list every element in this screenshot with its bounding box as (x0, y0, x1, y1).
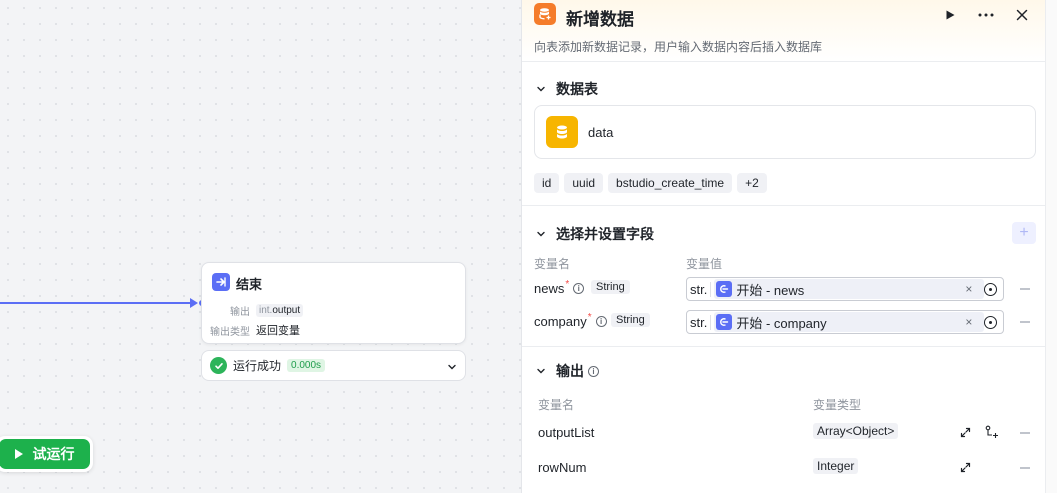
panel-title: 新增数据 (566, 10, 634, 29)
panel-scrollbar[interactable] (1045, 0, 1057, 493)
play-icon[interactable] (940, 5, 960, 25)
output-label: 输出 (230, 307, 250, 318)
output-type-value: 返回变量 (256, 325, 300, 337)
database-icon (534, 3, 556, 25)
info-icon[interactable]: i (595, 316, 607, 327)
check-icon (210, 357, 227, 374)
chevron-down-icon (536, 226, 546, 242)
table-field-tags: id uuid bstudio_create_time +2 (534, 173, 772, 193)
output-name: rowNum (538, 460, 587, 475)
field-name: company (534, 314, 587, 329)
field-tag: id (534, 173, 560, 193)
chevron-down-icon (536, 81, 546, 97)
add-field-button[interactable]: + (1012, 222, 1036, 244)
table-name: data (588, 124, 614, 140)
output-section-header[interactable]: 输出 i (536, 361, 599, 381)
table-section-header[interactable]: 数据表 (536, 79, 598, 99)
clear-icon[interactable]: × (965, 282, 972, 296)
chevron-down-icon (536, 363, 546, 379)
try-run-button[interactable]: 试运行 (0, 436, 93, 472)
variable-ref-text: 开始 - company (736, 315, 827, 331)
variable-ref-chip[interactable]: 开始 - company × (714, 312, 985, 332)
output-chip: int.output (256, 304, 304, 317)
output-name: outputList (538, 425, 595, 440)
connection-edge (0, 302, 196, 304)
col-output-type: 变量类型 (813, 398, 862, 412)
edge-arrow (190, 298, 198, 308)
run-status-text: 运行成功 (233, 359, 282, 373)
output-type-tag: Integer (813, 458, 859, 474)
divider (522, 205, 1046, 206)
divider (522, 346, 1046, 347)
add-child-icon[interactable] (985, 425, 999, 439)
field-value-input[interactable]: str. 开始 - news × (686, 277, 1004, 301)
start-node-icon (716, 314, 733, 330)
field-tag: bstudio_create_time (608, 173, 733, 193)
type-prefix: str. (690, 314, 712, 330)
col-var-value: 变量值 (686, 257, 723, 271)
node-config-panel: 新增数据 向表添加新数据记录，用户输入数据内容后插入数据库 数据表 data i… (521, 0, 1046, 493)
remove-row-button[interactable] (1020, 467, 1030, 469)
info-icon[interactable]: i (573, 283, 585, 294)
output-section-title: 输出 (556, 363, 584, 379)
remove-row-button[interactable] (1020, 321, 1030, 323)
field-type-tag: String (611, 313, 650, 327)
field-row-news: news * i String str. 开始 - news × (534, 277, 1036, 301)
more-fields-tag[interactable]: +2 (737, 173, 767, 193)
more-icon[interactable] (976, 5, 996, 25)
run-status-bar[interactable]: 运行成功 0.000s (201, 350, 466, 381)
field-row-company: company * i String str. 开始 - company × (534, 310, 1036, 334)
expand-icon[interactable] (958, 460, 972, 474)
variable-ref-text: 开始 - news (736, 282, 805, 298)
field-value-input[interactable]: str. 开始 - company × (686, 310, 1004, 334)
required-mark: * (587, 312, 592, 323)
play-icon (14, 449, 23, 459)
remove-row-button[interactable] (1020, 432, 1030, 434)
target-icon[interactable] (984, 282, 998, 296)
output-row-rownum: rowNum Integer (538, 456, 1036, 480)
end-node-icon (212, 273, 230, 291)
type-prefix: str. (690, 281, 712, 297)
field-name: news (534, 281, 565, 296)
chevron-down-icon[interactable] (447, 360, 457, 375)
end-node[interactable]: 结束 输出 int.output 输出类型 返回变量 (201, 262, 466, 344)
end-node-title: 结束 (236, 277, 263, 292)
variable-ref-chip[interactable]: 开始 - news × (714, 279, 985, 299)
info-icon[interactable]: i (588, 365, 599, 377)
try-run-label: 试运行 (32, 446, 75, 462)
field-tag: uuid (564, 173, 604, 193)
col-var-name: 变量名 (534, 257, 571, 271)
panel-header: 新增数据 向表添加新数据记录，用户输入数据内容后插入数据库 (522, 0, 1046, 62)
run-time-badge: 0.000s (287, 359, 326, 372)
clear-icon[interactable]: × (965, 315, 972, 329)
target-icon[interactable] (984, 315, 998, 329)
table-section-title: 数据表 (556, 81, 598, 97)
field-type-tag: String (591, 280, 630, 294)
close-icon[interactable] (1012, 5, 1032, 25)
panel-description: 向表添加新数据记录，用户输入数据内容后插入数据库 (534, 40, 823, 54)
fields-section-header[interactable]: 选择并设置字段 (536, 224, 654, 244)
fields-section-title: 选择并设置字段 (556, 226, 654, 242)
col-output-name: 变量名 (538, 398, 575, 412)
database-icon (546, 116, 578, 148)
start-node-icon (716, 281, 733, 297)
output-type-tag: Array<Object> (813, 423, 899, 439)
required-mark: * (565, 279, 570, 290)
expand-icon[interactable] (958, 425, 972, 439)
output-type-label: 输出类型 (210, 326, 250, 338)
table-card[interactable]: data (534, 105, 1036, 159)
remove-row-button[interactable] (1020, 288, 1030, 290)
output-row-outputlist: outputList Array<Object> (538, 421, 1036, 445)
